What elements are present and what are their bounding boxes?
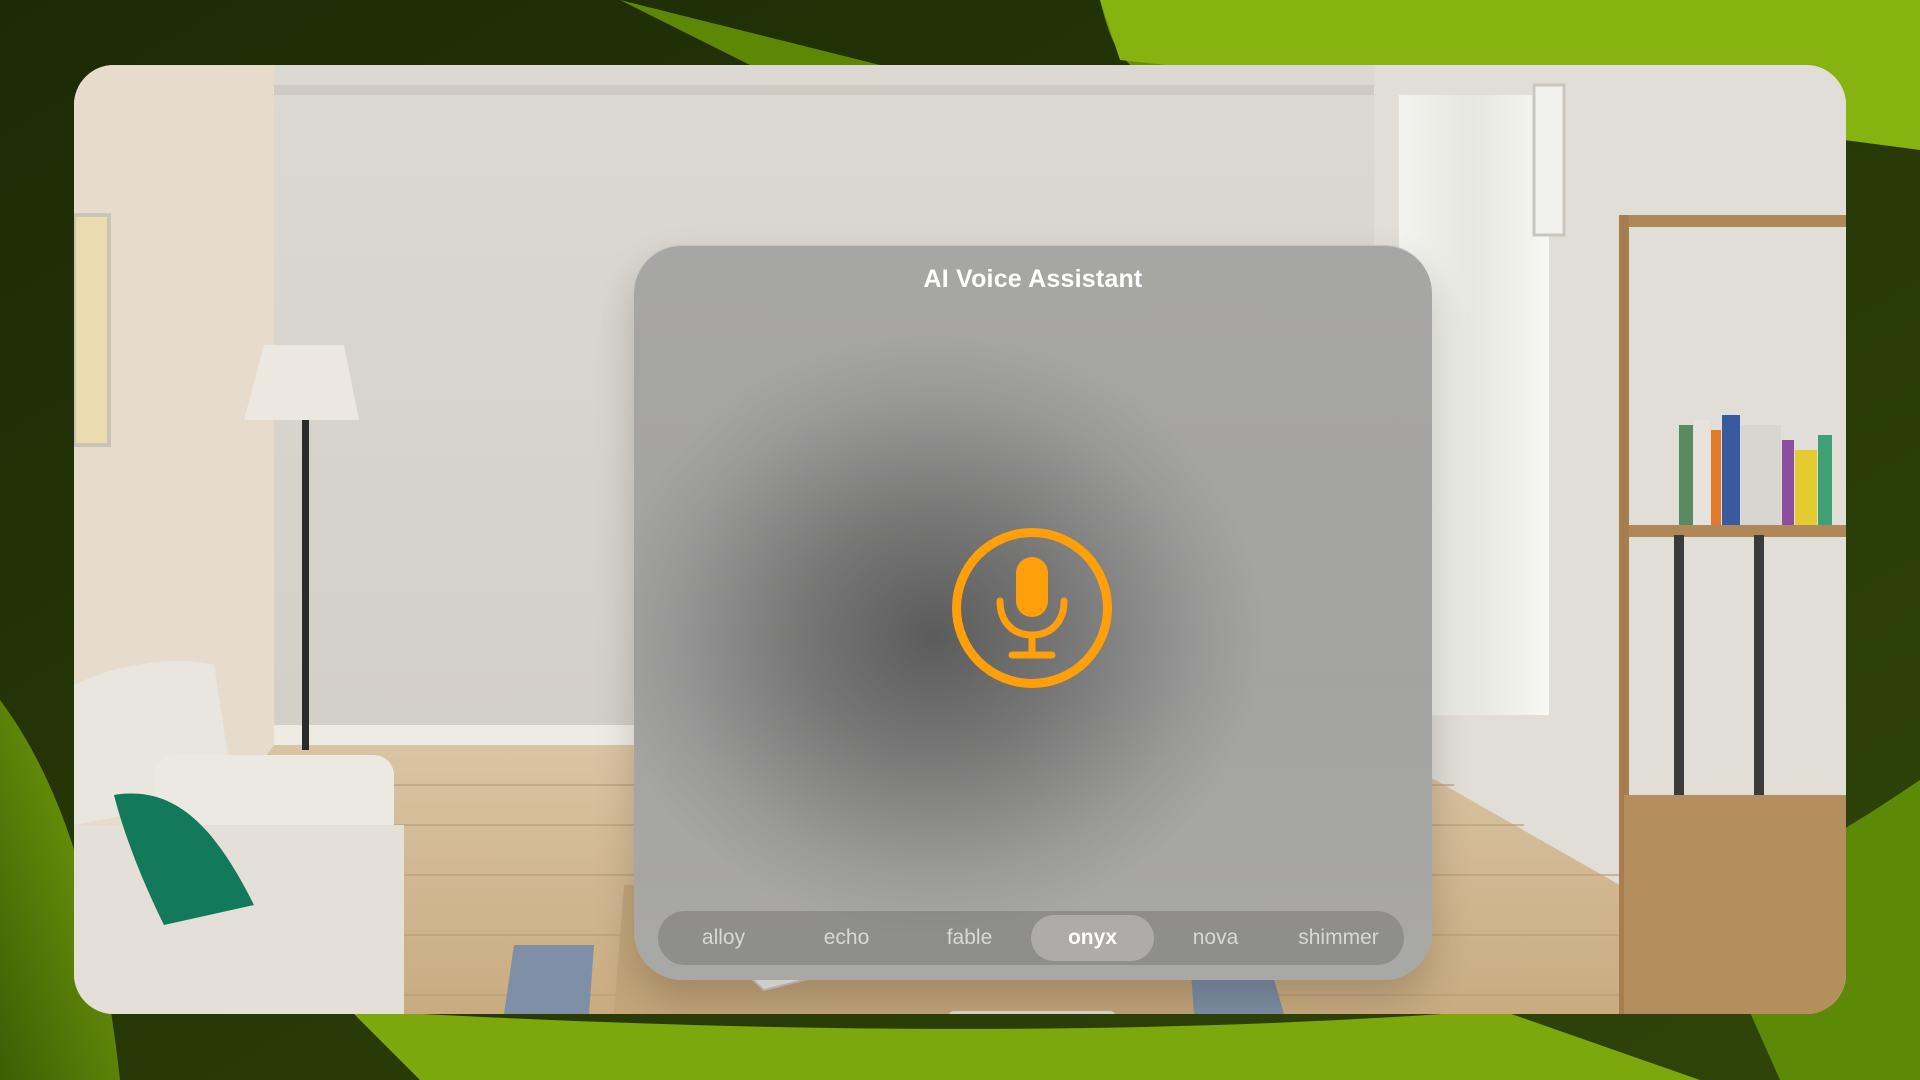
- voice-option-alloy[interactable]: alloy: [662, 915, 785, 961]
- passthrough-view: AI Voice Assistant alloy echo fable onyx…: [74, 65, 1846, 1014]
- voice-option-shimmer[interactable]: shimmer: [1277, 915, 1400, 961]
- voice-option-echo[interactable]: echo: [785, 915, 908, 961]
- window-grabber-bar[interactable]: [948, 1011, 1116, 1014]
- window-title: AI Voice Assistant: [923, 265, 1143, 293]
- voice-option-nova[interactable]: nova: [1154, 915, 1277, 961]
- microphone-button[interactable]: [952, 528, 1112, 688]
- voice-option-onyx[interactable]: onyx: [1031, 915, 1154, 961]
- voice-assistant-window: AI Voice Assistant alloy echo fable onyx…: [634, 245, 1432, 980]
- voice-option-fable[interactable]: fable: [908, 915, 1031, 961]
- voice-selector: alloy echo fable onyx nova shimmer: [658, 911, 1404, 965]
- microphone-icon: [996, 557, 1068, 659]
